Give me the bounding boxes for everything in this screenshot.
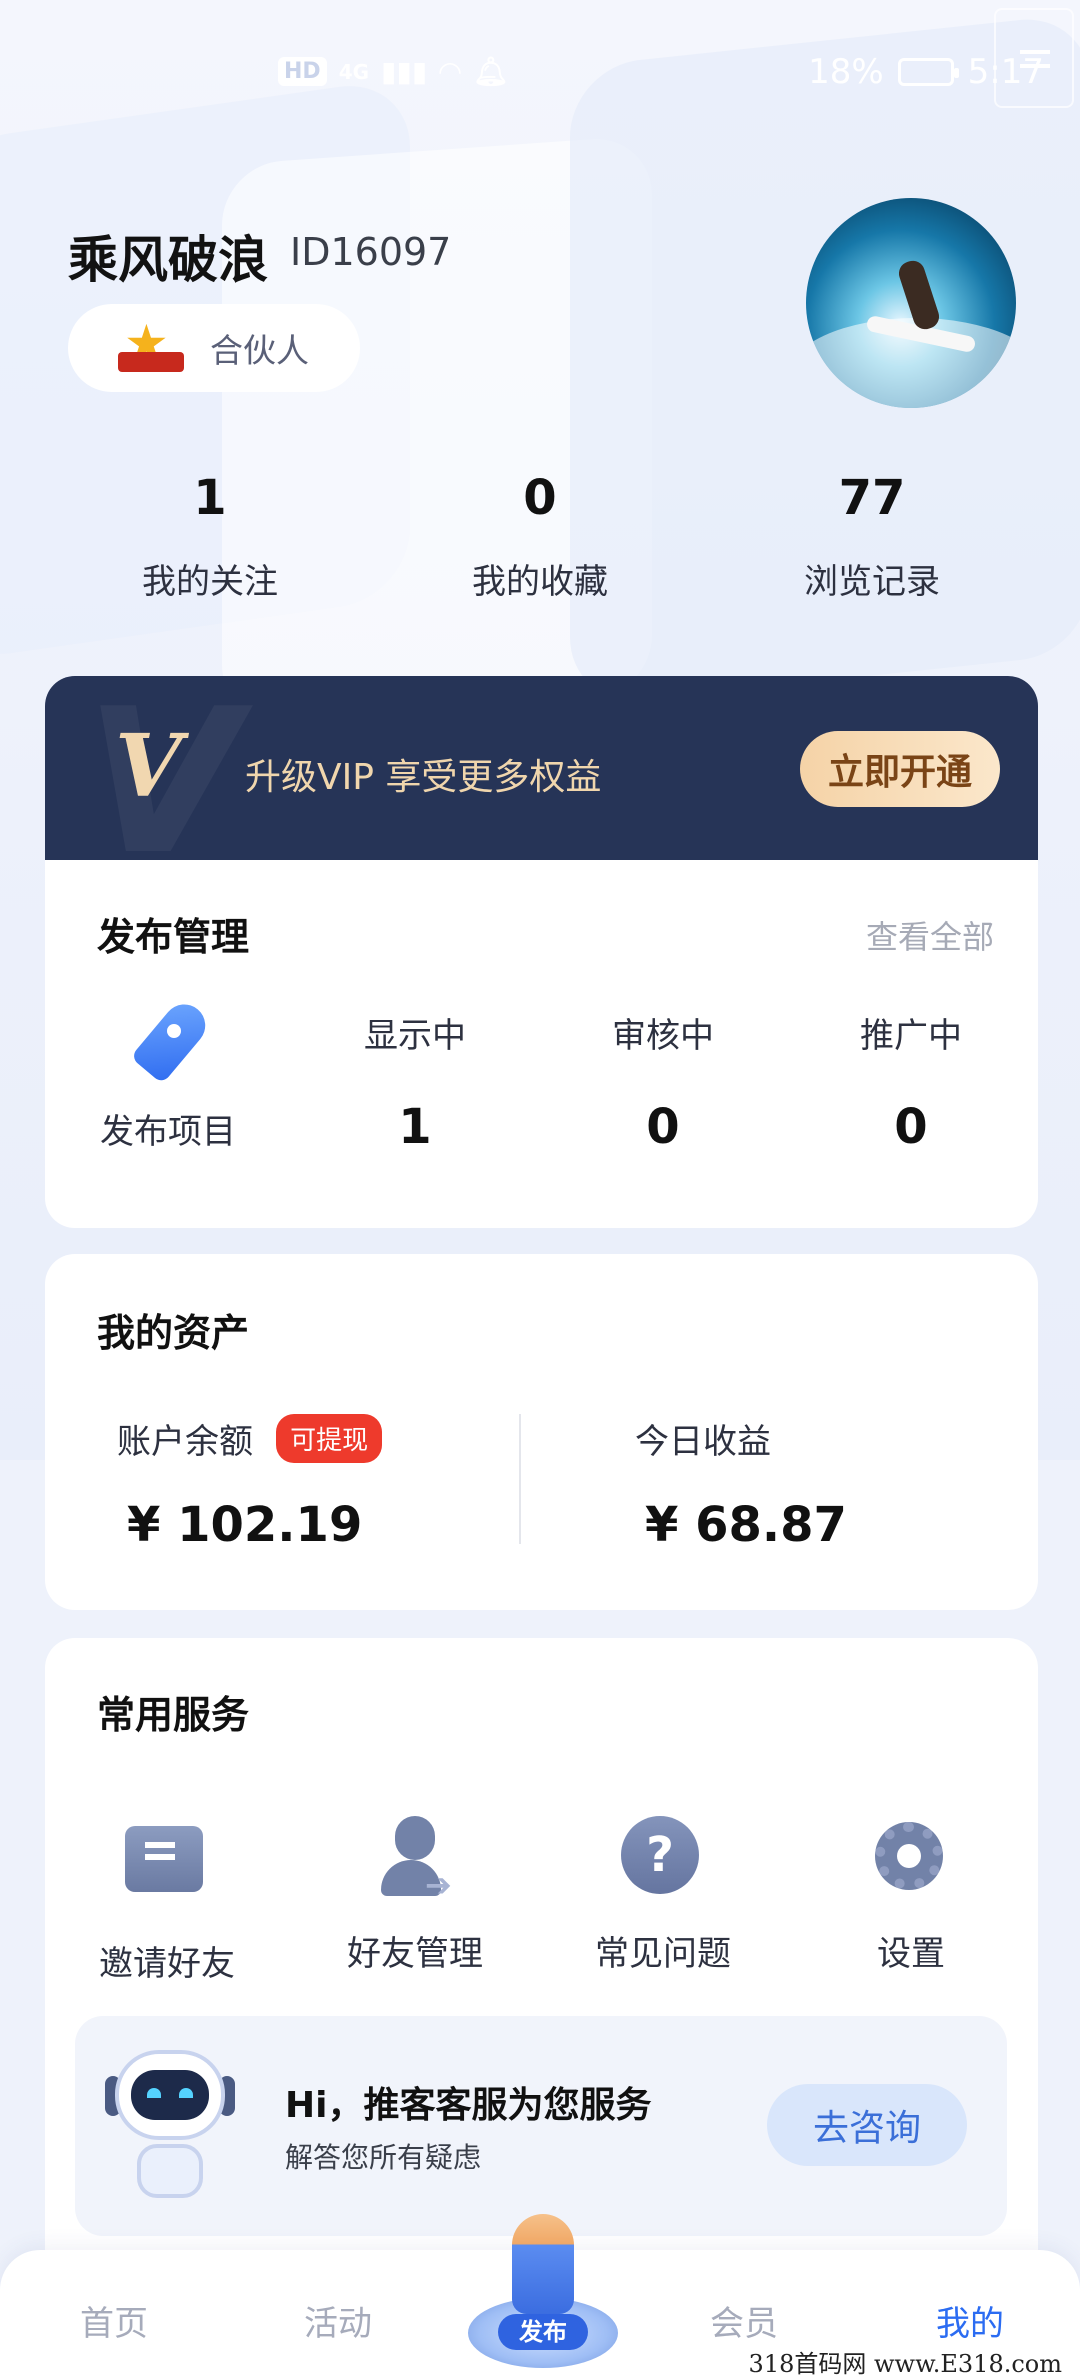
notification-bell-icon: 🔔︎ bbox=[472, 55, 509, 88]
hd-badge: HD bbox=[278, 57, 327, 86]
services-title: 常用服务 bbox=[97, 1693, 250, 1737]
service-friend-manage[interactable]: ➔ 好友管理 bbox=[315, 1816, 515, 1975]
question-icon: ? bbox=[621, 1816, 705, 1900]
watermark: 318首码网 www.E318.com bbox=[748, 2350, 1062, 2376]
stat-label: 浏览记录 bbox=[804, 562, 940, 602]
status-left: HD 4G ▮▮▮ ◠ 🔔︎ bbox=[278, 55, 508, 88]
view-all-link[interactable]: 查看全部 bbox=[866, 912, 994, 958]
withdrawable-badge: 可提现 bbox=[276, 1414, 383, 1463]
friend-manage-icon: ➔ bbox=[373, 1816, 457, 1904]
tab-publish-label: 发布 bbox=[498, 2314, 588, 2350]
publish-stat-value: 1 bbox=[398, 1099, 432, 1155]
invite-mail-icon bbox=[125, 1826, 209, 1910]
assets-card: 我的资产 账户余额 可提现 ¥ 102.19 今日收益 ¥ 68.87 bbox=[45, 1254, 1038, 1610]
customer-service-title: Hi，推客客服为您服务 bbox=[285, 2085, 652, 2126]
publish-title: 发布管理 bbox=[97, 915, 250, 959]
service-faq[interactable]: ? 常见问题 bbox=[563, 1816, 763, 1975]
vip-promo-text: 升级VIP 享受更多权益 bbox=[245, 757, 602, 798]
wifi-icon: ◠ bbox=[439, 55, 461, 88]
partner-star-icon: ★ bbox=[118, 318, 184, 378]
robot-icon bbox=[105, 2050, 235, 2200]
stat-value: 77 bbox=[838, 470, 906, 526]
service-label: 好友管理 bbox=[347, 1934, 483, 1974]
today-earnings-block[interactable]: 今日收益 ¥ 68.87 bbox=[635, 1414, 847, 1553]
stat-label: 我的关注 bbox=[142, 562, 278, 602]
stat-following[interactable]: 1 我的关注 bbox=[60, 470, 360, 603]
user-id: ID16097 bbox=[290, 230, 452, 274]
publish-card: 发布管理 查看全部 发布项目 显示中 1 审核中 0 推广中 0 bbox=[45, 860, 1038, 1228]
stat-value: 0 bbox=[523, 470, 557, 526]
floating-menu-button[interactable] bbox=[994, 8, 1074, 108]
service-label: 常见问题 bbox=[595, 1934, 731, 1974]
assets-title: 我的资产 bbox=[97, 1311, 250, 1355]
publish-stat-value: 0 bbox=[894, 1099, 928, 1155]
publish-stat-reviewing[interactable]: 审核中 0 bbox=[563, 1008, 763, 1155]
tab-member[interactable]: 会员 bbox=[664, 2296, 824, 2345]
role-badge[interactable]: ★ 合伙人 bbox=[68, 304, 360, 392]
service-label: 设置 bbox=[877, 1934, 945, 1974]
username: 乘风破浪 bbox=[68, 231, 268, 289]
balance-label: 账户余额 bbox=[117, 1422, 253, 1462]
service-settings[interactable]: 设置 bbox=[811, 1816, 1011, 1975]
stat-label: 我的收藏 bbox=[472, 562, 608, 602]
tab-home[interactable]: 首页 bbox=[34, 2296, 194, 2345]
balance-block[interactable]: 账户余额 可提现 ¥ 102.19 bbox=[117, 1414, 383, 1553]
tab-mine[interactable]: 我的 bbox=[890, 2296, 1050, 2345]
battery-percent: 18% bbox=[808, 52, 884, 92]
publish-stat-showing[interactable]: 显示中 1 bbox=[315, 1008, 515, 1155]
stat-value: 1 bbox=[193, 470, 227, 526]
tab-publish-button[interactable]: 发布 bbox=[468, 2214, 618, 2374]
role-label: 合伙人 bbox=[210, 331, 309, 370]
vip-banner[interactable]: V V 升级VIP 享受更多权益 立即开通 bbox=[45, 676, 1038, 866]
tab-activity[interactable]: 活动 bbox=[258, 2296, 418, 2345]
publish-stat-promoting[interactable]: 推广中 0 bbox=[811, 1008, 1011, 1155]
customer-service-box: Hi，推客客服为您服务 解答您所有疑虑 去咨询 bbox=[75, 2016, 1007, 2236]
network-badge: 4G bbox=[338, 59, 370, 84]
profile-stats: 1 我的关注 0 我的收藏 77 浏览记录 bbox=[0, 470, 1080, 620]
vip-logo-icon: V bbox=[115, 716, 182, 817]
avatar[interactable] bbox=[806, 198, 1016, 408]
gear-icon bbox=[869, 1816, 953, 1900]
service-invite-friends[interactable]: 邀请好友 bbox=[67, 1816, 267, 1985]
divider bbox=[519, 1414, 521, 1544]
service-label: 邀请好友 bbox=[99, 1944, 235, 1984]
battery-icon bbox=[897, 58, 959, 86]
customer-service-subtitle: 解答您所有疑虑 bbox=[285, 2141, 482, 2174]
publish-rocket-icon bbox=[512, 2214, 574, 2314]
vip-open-button[interactable]: 立即开通 bbox=[800, 731, 1000, 807]
publish-stat-label: 审核中 bbox=[612, 1016, 714, 1056]
publish-stat-label: 推广中 bbox=[860, 1016, 962, 1056]
publish-stat-label: 显示中 bbox=[364, 1016, 466, 1056]
stat-favorites[interactable]: 0 我的收藏 bbox=[390, 470, 690, 603]
publish-stat-value: 0 bbox=[646, 1099, 680, 1155]
stat-history[interactable]: 77 浏览记录 bbox=[722, 470, 1022, 603]
today-earnings-label: 今日收益 bbox=[635, 1422, 771, 1462]
rocket-icon bbox=[123, 995, 214, 1090]
signal-icon: ▮▮▮ bbox=[381, 55, 428, 88]
publish-project-label: 发布项目 bbox=[100, 1112, 236, 1152]
consult-button[interactable]: 去咨询 bbox=[767, 2084, 967, 2166]
publish-project-button[interactable]: 发布项目 bbox=[93, 995, 243, 1153]
balance-amount: ¥ 102.19 bbox=[127, 1497, 363, 1553]
status-bar: HD 4G ▮▮▮ ◠ 🔔︎ 18% 5:17 bbox=[0, 0, 1080, 150]
today-earnings-amount: ¥ 68.87 bbox=[645, 1497, 847, 1553]
